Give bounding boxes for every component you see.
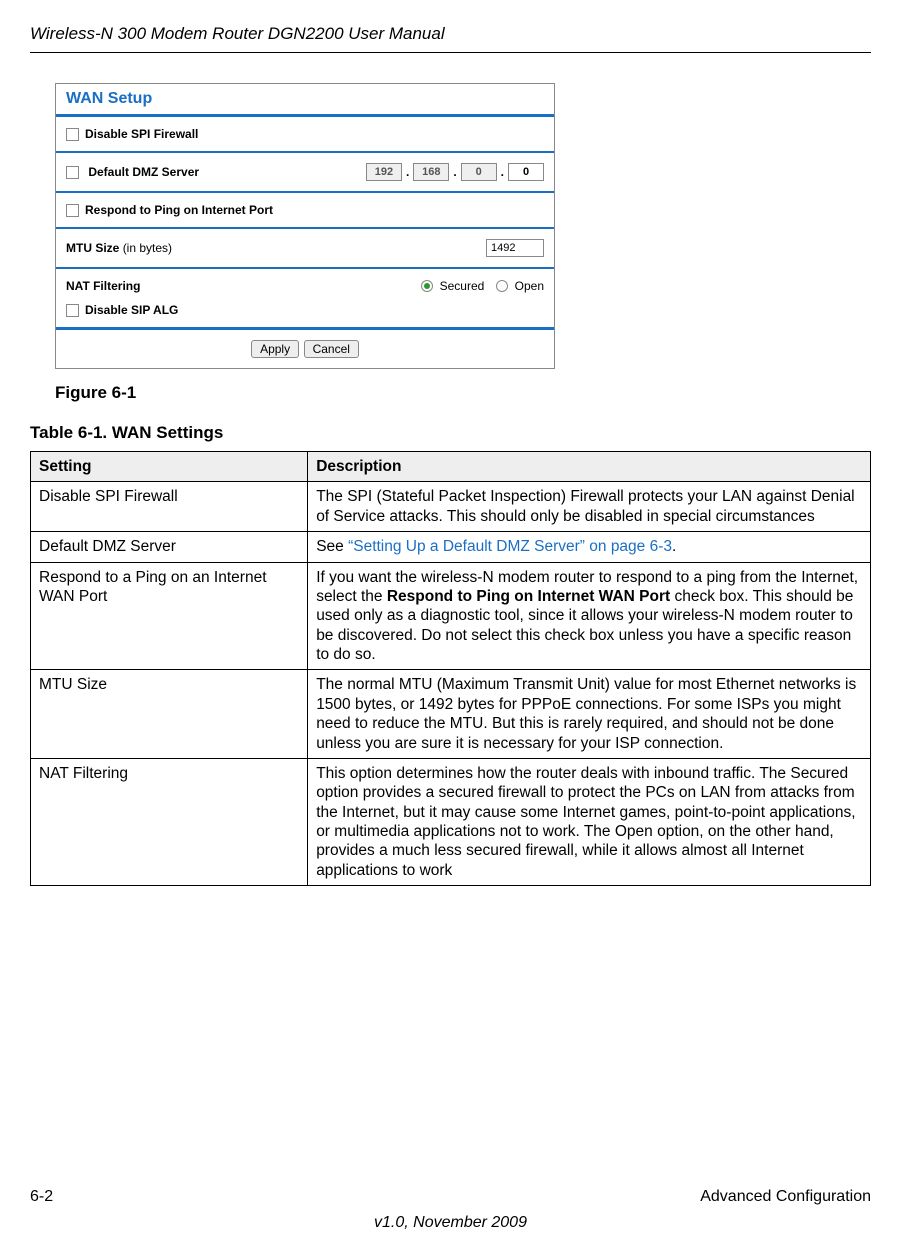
link-dmz-page[interactable]: “Setting Up a Default DMZ Server” on pag… <box>348 538 672 555</box>
checkbox-dmz[interactable] <box>66 166 79 179</box>
cell-setting: Respond to a Ping on an Internet WAN Por… <box>31 562 308 670</box>
dot: . <box>501 165 504 179</box>
radio-open-label: Open <box>515 279 544 293</box>
th-description: Description <box>308 452 871 482</box>
dmz-octet-2[interactable]: 168 <box>413 163 449 181</box>
checkbox-sip-alg[interactable] <box>66 304 79 317</box>
cell-desc: This option determines how the router de… <box>308 758 871 885</box>
dot: . <box>406 165 409 179</box>
screenshot-title: WAN Setup <box>56 84 554 114</box>
checkbox-disable-spi[interactable] <box>66 128 79 141</box>
cell-desc: If you want the wireless-N modem router … <box>308 562 871 670</box>
figure-caption: Figure 6-1 <box>55 383 871 403</box>
radio-open[interactable] <box>496 280 508 292</box>
wan-settings-table: Setting Description Disable SPI Firewall… <box>30 451 871 886</box>
label-mtu-suffix: (in bytes) <box>123 241 172 255</box>
cell-setting: Default DMZ Server <box>31 532 308 562</box>
table-row: NAT Filtering This option determines how… <box>31 758 871 885</box>
dmz-octet-1[interactable]: 192 <box>366 163 402 181</box>
cell-setting: Disable SPI Firewall <box>31 482 308 532</box>
label-respond-ping: Respond to Ping on Internet Port <box>85 203 273 217</box>
running-header: Wireless-N 300 Modem Router DGN2200 User… <box>30 24 871 53</box>
checkbox-respond-ping[interactable] <box>66 204 79 217</box>
label-sip-alg: Disable SIP ALG <box>85 303 178 317</box>
row-sip-alg: Disable SIP ALG <box>56 303 554 327</box>
dmz-octet-4[interactable]: 0 <box>508 163 544 181</box>
table-row: Default DMZ Server See “Setting Up a Def… <box>31 532 871 562</box>
cell-desc: See “Setting Up a Default DMZ Server” on… <box>308 532 871 562</box>
page-footer: 6-2 Advanced Configuration v1.0, Novembe… <box>30 1188 871 1232</box>
doc-version: v1.0, November 2009 <box>30 1214 871 1232</box>
cell-desc: The normal MTU (Maximum Transmit Unit) v… <box>308 670 871 759</box>
dmz-octet-3[interactable]: 0 <box>461 163 497 181</box>
radio-secured[interactable] <box>421 280 433 292</box>
label-disable-spi: Disable SPI Firewall <box>85 127 198 141</box>
cancel-button[interactable]: Cancel <box>304 340 359 358</box>
label-dmz: Default DMZ Server <box>88 165 199 179</box>
button-row: Apply Cancel <box>56 330 554 368</box>
label-mtu: MTU Size <box>66 241 119 255</box>
table-row: Disable SPI Firewall The SPI (Stateful P… <box>31 482 871 532</box>
th-setting: Setting <box>31 452 308 482</box>
table-row: Respond to a Ping on an Internet WAN Por… <box>31 562 871 670</box>
row-nat: NAT Filtering Secured Open <box>56 269 554 303</box>
wan-setup-screenshot: WAN Setup Disable SPI Firewall Default D… <box>55 83 555 369</box>
row-dmz: Default DMZ Server 192 . 168 . 0 . 0 <box>56 153 554 191</box>
cell-setting: MTU Size <box>31 670 308 759</box>
apply-button[interactable]: Apply <box>251 340 299 358</box>
row-mtu: MTU Size (in bytes) 1492 <box>56 229 554 267</box>
page-number: 6-2 <box>30 1188 53 1206</box>
cell-setting: NAT Filtering <box>31 758 308 885</box>
table-caption: Table 6-1. WAN Settings <box>30 423 871 443</box>
row-respond-ping: Respond to Ping on Internet Port <box>56 193 554 227</box>
radio-secured-label: Secured <box>440 279 485 293</box>
cell-desc: The SPI (Stateful Packet Inspection) Fir… <box>308 482 871 532</box>
row-disable-spi: Disable SPI Firewall <box>56 117 554 151</box>
table-row: MTU Size The normal MTU (Maximum Transmi… <box>31 670 871 759</box>
dot: . <box>453 165 456 179</box>
label-nat: NAT Filtering <box>66 279 421 293</box>
mtu-input[interactable]: 1492 <box>486 239 544 257</box>
section-name: Advanced Configuration <box>700 1188 871 1206</box>
